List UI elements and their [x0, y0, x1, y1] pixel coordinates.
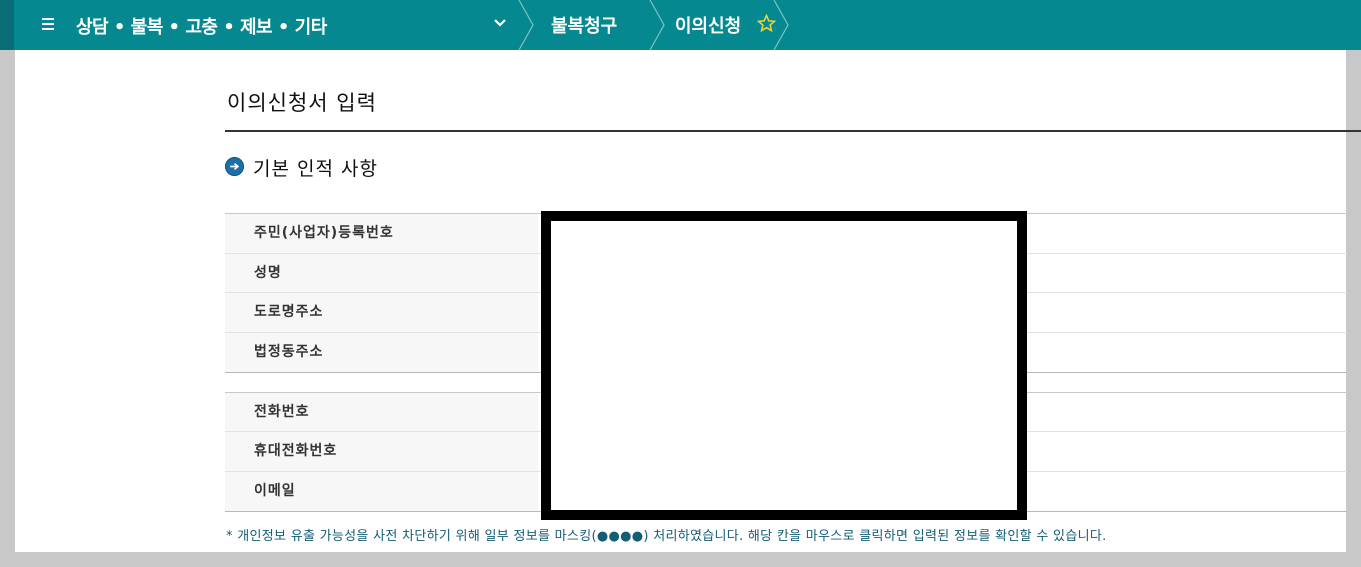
breadcrumb-main-category[interactable]: 상담 • 불복 • 고충 • 제보 • 기타	[76, 13, 327, 39]
breadcrumb-separator-icon	[518, 0, 534, 50]
field-label: 이메일	[225, 472, 538, 511]
breadcrumb-appeal[interactable]: 불복청구	[551, 12, 617, 38]
breadcrumb-separator-icon	[649, 0, 665, 50]
field-label: 전화번호	[225, 393, 538, 432]
breadcrumb-separator-icon	[773, 0, 789, 50]
field-label: 도로명주소	[225, 293, 538, 332]
breadcrumb-objection: 이의신청	[675, 16, 742, 37]
field-label: 휴대전화번호	[225, 432, 538, 471]
redaction-box	[541, 211, 1027, 520]
masking-notice: * 개인정보 유출 가능성을 사전 차단하기 위해 일부 정보를 마스킹(●●●…	[226, 529, 1107, 544]
top-nav-bar: 상담 • 불복 • 고충 • 제보 • 기타 불복청구 이의신청	[0, 0, 1361, 50]
page-title: 이의신청서 입력	[227, 91, 377, 115]
title-divider	[225, 130, 1361, 132]
section-title: 기본 인적 사항	[253, 158, 378, 180]
field-label: 성명	[225, 254, 538, 293]
field-label: 주민(사업자)등록번호	[225, 214, 538, 253]
field-label: 법정동주소	[225, 333, 538, 372]
arrow-circle-icon	[225, 157, 244, 176]
chevron-down-icon[interactable]	[492, 15, 508, 31]
nav-left-shade	[0, 0, 14, 50]
hamburger-menu-icon[interactable]	[42, 14, 58, 30]
